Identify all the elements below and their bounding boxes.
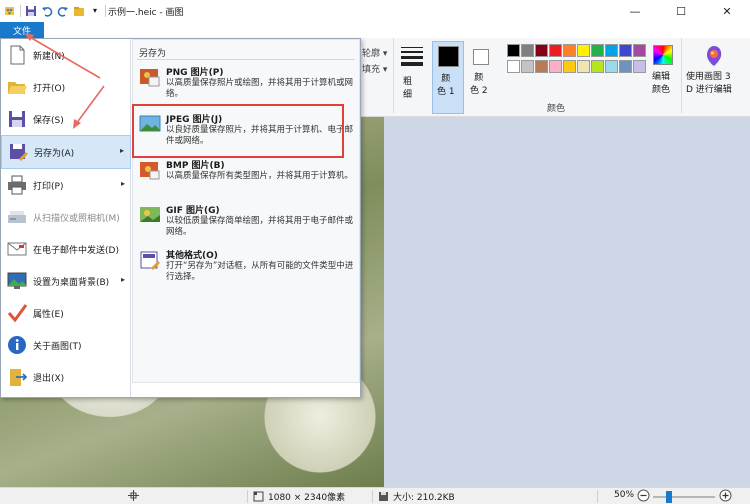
annotation-arrowhead-1 xyxy=(24,33,34,41)
annotation-arrows xyxy=(24,33,105,129)
annotation-arrow-2 xyxy=(75,85,105,125)
annotation-arrowhead-2 xyxy=(73,119,81,129)
annotation-arrow-1 xyxy=(27,35,101,79)
